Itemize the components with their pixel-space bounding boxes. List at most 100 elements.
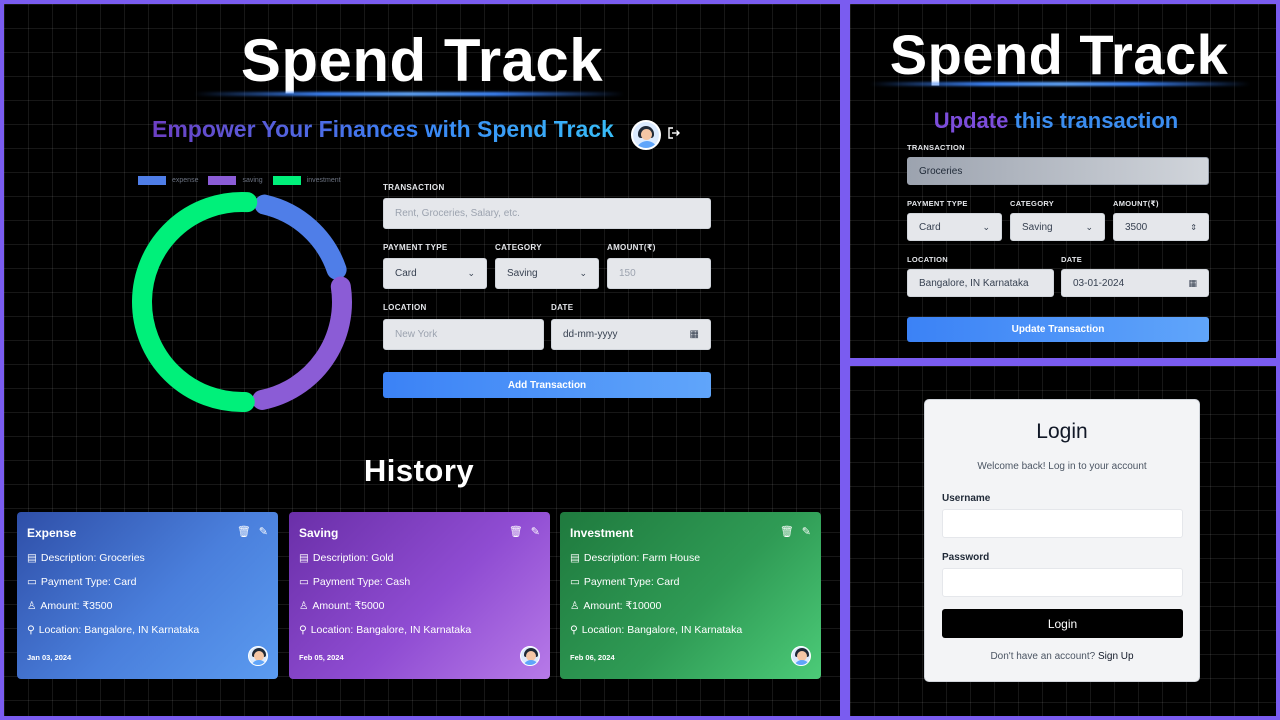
signup-link[interactable]: Sign Up	[1098, 651, 1134, 662]
trash-icon[interactable]: 🗑	[509, 525, 523, 538]
login-subtitle: Welcome back! Log in to your account	[977, 461, 1147, 472]
doughnut-chart	[132, 192, 352, 412]
signup-row: Don't have an account? Sign Up	[925, 651, 1199, 662]
chevron-down-icon: ⌄	[1085, 221, 1093, 232]
card-amount: Amount: ₹3500	[40, 600, 113, 612]
update-transaction-button[interactable]: Update Transaction	[907, 317, 1209, 342]
date-input[interactable]: dd-mm-yyyy ▦	[551, 319, 711, 350]
logout-icon[interactable]	[667, 126, 681, 140]
donut-slice-saving[interactable]	[252, 276, 352, 410]
amount-input[interactable]: 3500 ⇕	[1113, 213, 1209, 241]
date-placeholder: dd-mm-yyyy	[563, 329, 618, 340]
brand-title: Spend Track	[240, 27, 604, 94]
history-title: History	[363, 453, 475, 488]
location-pin-icon: ⚲	[299, 624, 307, 636]
location-pin-icon: ⚲	[570, 624, 578, 636]
transaction-input[interactable]: Groceries	[907, 157, 1209, 185]
login-panel: Login Welcome back! Log in to your accou…	[850, 366, 1276, 716]
payment-icon: ▭	[299, 576, 309, 588]
card-title: Saving	[299, 526, 339, 540]
location-input[interactable]: New York	[383, 319, 544, 350]
money-bag-icon: ♙	[27, 600, 37, 612]
transaction-label: TRANSACTION	[383, 183, 445, 192]
brand-underline	[870, 82, 1250, 86]
description-icon: ▤	[299, 552, 309, 564]
username-label: Username	[942, 493, 991, 504]
login-title: Login	[1036, 420, 1088, 443]
tagline-text: Empower Your Finances with Spend Track	[152, 116, 614, 142]
date-label: DATE	[1061, 255, 1083, 264]
chevron-down-icon: ⌄	[982, 221, 990, 232]
card-title: Investment	[570, 526, 634, 540]
legend-label-investment: investment	[306, 176, 341, 184]
transaction-card-expense: Expense 🗑 ✎ ▤ Description: Groceries ▭ Paym…	[17, 512, 278, 679]
calendar-icon[interactable]: ▦	[1188, 278, 1197, 289]
card-description: Description: Farm House	[583, 552, 701, 564]
donut-slice-investment[interactable]	[132, 192, 258, 412]
transaction-placeholder: Rent, Groceries, Salary, etc.	[395, 208, 520, 219]
category-label: CATEGORY	[1010, 199, 1055, 208]
category-select[interactable]: Saving ⌄	[1010, 213, 1105, 241]
location-input[interactable]: Bangalore, IN Karnataka	[907, 269, 1054, 297]
chart-legend: expense saving investment	[138, 174, 345, 186]
description-icon: ▤	[570, 552, 580, 564]
add-transaction-button[interactable]: Add Transaction	[383, 372, 711, 398]
avatar[interactable]	[631, 120, 661, 150]
location-pin-icon: ⚲	[27, 624, 35, 636]
card-amount: Amount: ₹5000	[312, 600, 385, 612]
amount-label: AMOUNT(₹)	[607, 243, 656, 252]
signup-prompt: Don't have an account?	[990, 651, 1096, 662]
stepper-icon[interactable]: ⇕	[1190, 223, 1197, 232]
amount-label: AMOUNT(₹)	[1113, 199, 1159, 208]
payment-icon: ▭	[27, 576, 37, 588]
username-input[interactable]	[942, 509, 1183, 538]
legend-swatch-saving[interactable]	[208, 175, 237, 185]
category-select[interactable]: Saving ⌄	[495, 258, 599, 289]
trash-icon[interactable]: 🗑	[780, 525, 794, 538]
card-description: Description: Groceries	[40, 552, 145, 564]
login-button[interactable]: Login	[942, 609, 1183, 638]
card-description: Description: Gold	[312, 552, 394, 564]
card-location: Location: Bangalore, IN Karnataka	[310, 624, 472, 636]
legend-swatch-expense[interactable]	[138, 175, 166, 185]
update-heading: Update this transaction	[850, 108, 1262, 134]
edit-icon[interactable]: ✎	[259, 525, 268, 538]
date-input[interactable]: 03-01-2024 ▦	[1061, 269, 1209, 297]
amount-input[interactable]: 150	[607, 258, 711, 289]
card-location: Location: Bangalore, IN Karnataka	[581, 624, 743, 636]
transaction-label: TRANSACTION	[907, 143, 965, 152]
card-title: Expense	[27, 526, 77, 540]
edit-icon[interactable]: ✎	[802, 525, 811, 538]
update-panel: Spend Track Update this transaction TRAN…	[850, 4, 1276, 358]
payment-type-select[interactable]: Card ⌄	[383, 258, 487, 289]
description-icon: ▤	[27, 552, 37, 564]
amount-value: 3500	[1125, 221, 1148, 233]
donut-slice-expense[interactable]	[254, 194, 347, 280]
card-avatar	[520, 646, 540, 666]
location-value: Bangalore, IN Karnataka	[919, 277, 1029, 289]
date-label: DATE	[551, 303, 574, 312]
category-value: Saving	[507, 268, 538, 279]
card-location: Location: Bangalore, IN Karnataka	[38, 624, 200, 636]
trash-icon[interactable]: 🗑	[237, 525, 251, 538]
transaction-card-saving: Saving 🗑 ✎ ▤ Description: Gold ▭ Payment Ty…	[289, 512, 550, 679]
card-amount: Amount: ₹10000	[583, 600, 662, 612]
payment-type-select[interactable]: Card ⌄	[907, 213, 1002, 241]
location-label: LOCATION	[907, 255, 949, 264]
payment-type-label: PAYMENT TYPE	[907, 199, 968, 208]
transaction-input[interactable]: Rent, Groceries, Salary, etc.	[383, 198, 711, 229]
card-payment: Payment Type: Cash	[312, 576, 411, 588]
card-avatar	[248, 646, 268, 666]
edit-icon[interactable]: ✎	[531, 525, 540, 538]
payment-type-value: Card	[919, 221, 941, 233]
main-panel: Spend Track Empower Your Finances with S…	[4, 4, 840, 716]
update-heading-part1: Update	[933, 108, 1009, 133]
legend-swatch-investment[interactable]	[272, 175, 301, 185]
payment-type-label: PAYMENT TYPE	[383, 243, 448, 252]
calendar-icon[interactable]: ▦	[690, 329, 699, 340]
location-label: LOCATION	[383, 303, 427, 312]
password-input[interactable]	[942, 568, 1183, 597]
category-value: Saving	[1022, 221, 1053, 233]
legend-label-expense: expense	[172, 176, 199, 184]
card-payment: Payment Type: Card	[40, 576, 137, 588]
